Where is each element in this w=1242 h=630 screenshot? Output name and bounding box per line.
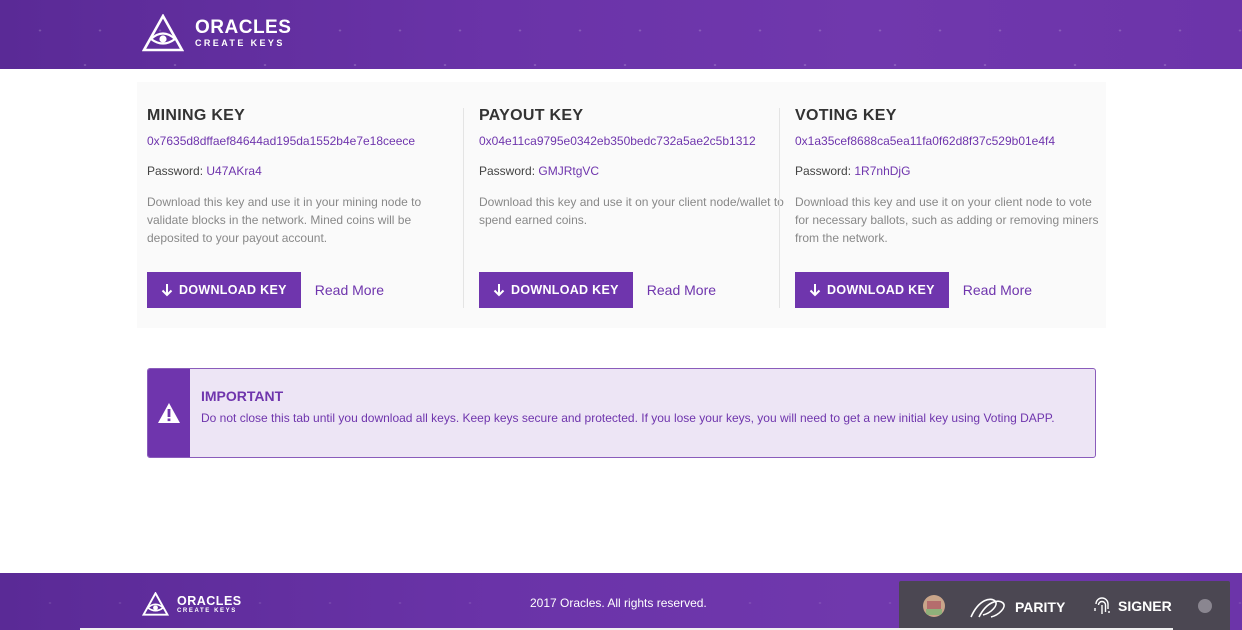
key-password: GMJRtgVC	[538, 164, 600, 178]
fingerprint-icon	[1094, 597, 1110, 614]
key-description: Download this key and use it in your min…	[147, 195, 422, 245]
download-arrow-icon	[809, 284, 821, 297]
column-divider	[463, 108, 464, 308]
footer-logo[interactable]: ORACLES CREATE KEYS	[142, 592, 242, 616]
download-mining-key-button[interactable]: DOWNLOAD KEY	[147, 272, 301, 308]
identity-avatar[interactable]	[923, 595, 945, 617]
payout-read-more-link[interactable]: Read More	[647, 282, 716, 298]
eye-triangle-logo-icon	[142, 14, 184, 52]
header-logo[interactable]: ORACLES CREATE KEYS	[142, 14, 291, 52]
password-label: Password:	[795, 164, 852, 178]
header-brand-name: ORACLES	[195, 17, 292, 38]
key-actions: DOWNLOAD KEY Read More	[795, 272, 1032, 308]
footer-brand-name: ORACLES	[177, 593, 242, 608]
key-actions: DOWNLOAD KEY Read More	[479, 272, 716, 308]
password-label: Password:	[479, 164, 536, 178]
key-address: 0x7635d8dffaef84644ad195da1552b4e7e18cee…	[147, 134, 416, 148]
alert-message: Do not close this tab until you download…	[201, 411, 1055, 425]
warning-icon	[158, 403, 180, 423]
key-password-row: Password: 1R7nhDjG	[795, 163, 1105, 179]
download-button-label: DOWNLOAD KEY	[511, 283, 619, 297]
download-voting-key-button[interactable]: DOWNLOAD KEY	[795, 272, 949, 308]
key-password: 1R7nhDjG	[854, 164, 911, 178]
signer-label: SIGNER	[1118, 598, 1172, 614]
download-arrow-icon	[493, 284, 505, 297]
parity-logo-icon	[970, 598, 1005, 618]
footer-brand-subtitle: CREATE KEYS	[177, 607, 237, 614]
voting-read-more-link[interactable]: Read More	[963, 282, 1032, 298]
parity-link[interactable]: PARITY	[969, 595, 1065, 619]
key-title: PAYOUT KEY	[479, 107, 584, 124]
status-dot[interactable]	[1198, 599, 1212, 613]
key-password: U47AKra4	[206, 164, 262, 178]
keys-panel: MINING KEY 0x7635d8dffaef84644ad195da155…	[137, 82, 1106, 328]
download-arrow-icon	[161, 284, 173, 297]
key-password-row: Password: U47AKra4	[147, 163, 457, 179]
parity-signer-bar: PARITY SIGNER	[899, 581, 1230, 630]
key-description: Download this key and use it on your cli…	[795, 195, 1099, 245]
key-address: 0x1a35cef8688ca5ea11fa0f62d8f37c529b01e4…	[795, 134, 1056, 148]
download-button-label: DOWNLOAD KEY	[179, 283, 287, 297]
password-label: Password:	[147, 164, 204, 178]
key-title: VOTING KEY	[795, 107, 897, 124]
mining-read-more-link[interactable]: Read More	[315, 282, 384, 298]
parity-label: PARITY	[1015, 599, 1066, 615]
header: ORACLES CREATE KEYS	[0, 0, 1242, 69]
download-payout-key-button[interactable]: DOWNLOAD KEY	[479, 272, 633, 308]
download-button-label: DOWNLOAD KEY	[827, 283, 935, 297]
key-actions: DOWNLOAD KEY Read More	[147, 272, 384, 308]
column-divider	[779, 108, 780, 308]
key-password-row: Password: GMJRtgVC	[479, 163, 789, 179]
signer-link[interactable]: SIGNER	[1093, 596, 1172, 616]
key-address: 0x04e11ca9795e0342eb350bedc732a5ae2c5b13…	[479, 134, 756, 148]
header-brand-subtitle: CREATE KEYS	[195, 38, 285, 48]
payout-key-card: PAYOUT KEY 0x04e11ca9795e0342eb350bedc73…	[479, 106, 789, 308]
mining-key-card: MINING KEY 0x7635d8dffaef84644ad195da155…	[147, 106, 457, 308]
important-alert: IMPORTANT Do not close this tab until yo…	[147, 368, 1096, 458]
copyright-text: 2017 Oracles. All rights reserved.	[530, 596, 707, 610]
eye-triangle-logo-icon	[142, 592, 169, 616]
alert-icon-box	[148, 369, 190, 457]
key-title: MINING KEY	[147, 107, 246, 124]
alert-title: IMPORTANT	[201, 388, 284, 404]
voting-key-card: VOTING KEY 0x1a35cef8688ca5ea11fa0f62d8f…	[795, 106, 1105, 308]
key-description: Download this key and use it on your cli…	[479, 195, 784, 227]
